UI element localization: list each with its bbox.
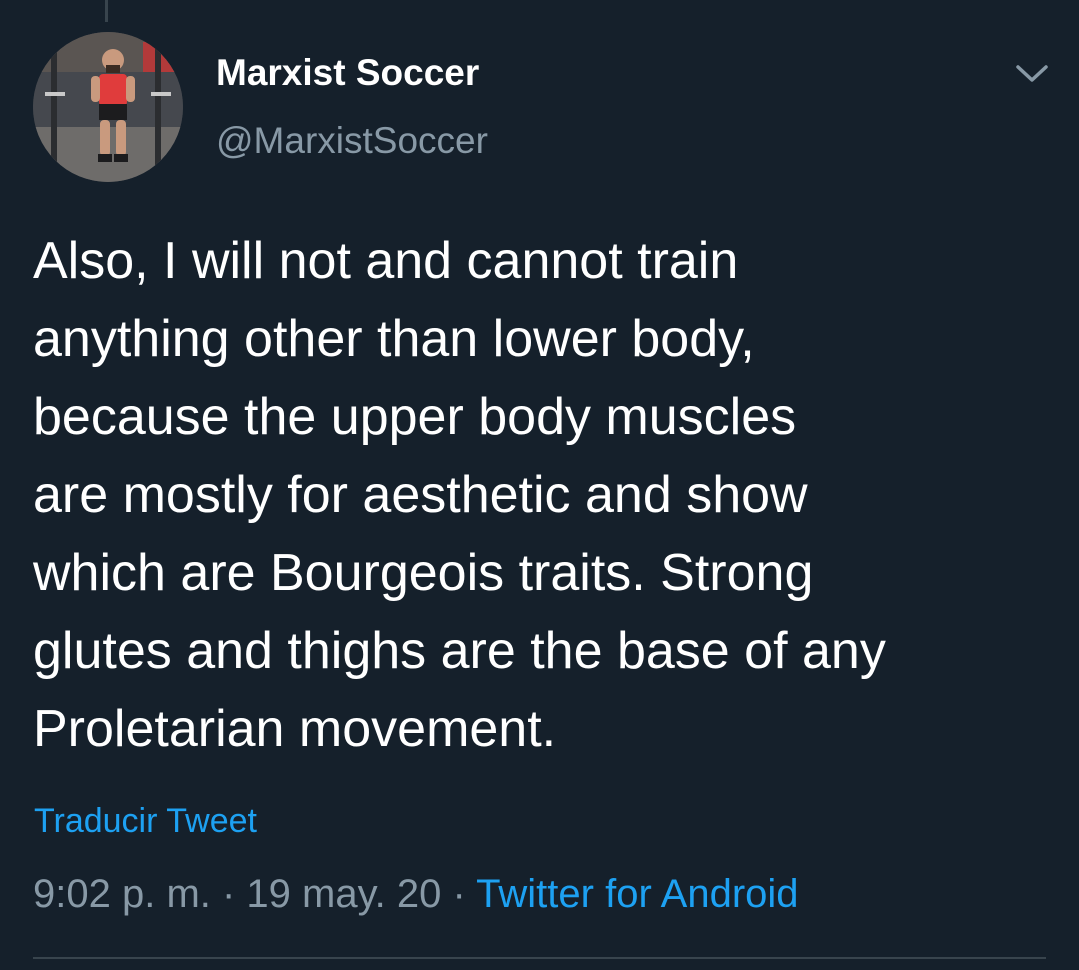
chevron-down-icon	[1016, 65, 1048, 82]
tweet-metadata: 9:02 p. m. · 19 may. 20 · Twitter for An…	[33, 872, 799, 917]
divider	[33, 957, 1046, 959]
author-display-name[interactable]: Marxist Soccer	[216, 52, 479, 94]
thread-connector-line	[105, 0, 108, 22]
gym-photo-avatar-icon	[33, 32, 183, 182]
avatar[interactable]	[33, 32, 183, 182]
meta-separator: ·	[441, 872, 477, 916]
tweet-menu-button[interactable]	[1013, 58, 1051, 90]
translate-tweet-link[interactable]: Traducir Tweet	[34, 802, 257, 841]
tweet-source-link[interactable]: Twitter for Android	[476, 872, 798, 916]
author-handle[interactable]: @MarxistSoccer	[216, 120, 488, 162]
tweet-text: Also, I will not and cannot train anythi…	[33, 232, 886, 758]
tweet-time: 9:02 p. m.	[33, 872, 211, 916]
tweet-date: 19 may. 20	[246, 872, 442, 916]
meta-separator: ·	[210, 872, 247, 916]
